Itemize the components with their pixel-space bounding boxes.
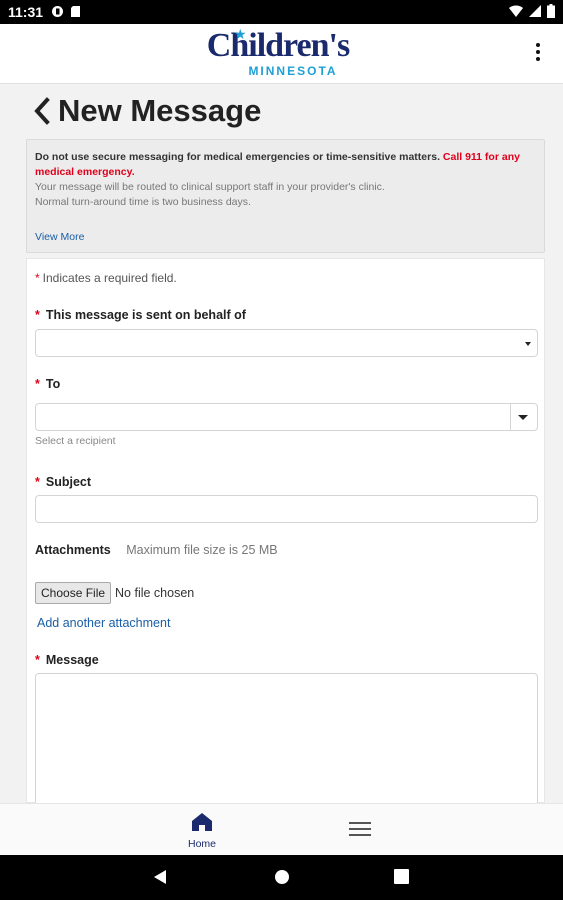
required-star: * bbox=[35, 308, 40, 322]
message-textarea[interactable] bbox=[35, 673, 538, 813]
required-star: * bbox=[35, 377, 40, 391]
battery-icon bbox=[547, 4, 555, 18]
status-bar: 11:31 bbox=[0, 0, 563, 24]
app-notification-icon bbox=[52, 6, 63, 17]
nav-home-label: Home bbox=[187, 838, 216, 850]
nav-home[interactable]: Home bbox=[180, 812, 224, 852]
behalf-select[interactable] bbox=[35, 329, 538, 357]
sd-card-icon bbox=[71, 6, 80, 17]
required-star: * bbox=[35, 475, 40, 489]
new-message-form: * Indicates a required field. * This messa… bbox=[26, 258, 545, 813]
notice-routing: Your message will be routed to clinical … bbox=[35, 181, 385, 193]
page-title: New Message bbox=[58, 93, 262, 128]
system-back-icon[interactable] bbox=[152, 869, 168, 885]
system-home-icon[interactable] bbox=[274, 869, 290, 885]
to-label: * To bbox=[35, 377, 60, 391]
hamburger-menu-icon[interactable] bbox=[349, 822, 371, 838]
logo-main-text: Children's bbox=[206, 27, 350, 64]
signal-icon bbox=[529, 5, 541, 17]
emergency-notice: Do not use secure messaging for medical … bbox=[26, 139, 545, 253]
app-header: ★ Children's MINNESOTA bbox=[0, 24, 563, 84]
select-divider bbox=[510, 404, 511, 430]
recipient-select[interactable] bbox=[35, 403, 538, 431]
logo-sub-text: MINNESOTA bbox=[248, 64, 338, 78]
message-label: * Message bbox=[35, 653, 99, 667]
logo-star-icon: ★ bbox=[234, 26, 247, 42]
system-nav-bar bbox=[0, 855, 563, 900]
notice-warning: Do not use secure messaging for medical … bbox=[35, 151, 440, 163]
required-star: * bbox=[35, 653, 40, 667]
notice-turnaround: Normal turn-around time is two business … bbox=[35, 196, 251, 208]
choose-file-button[interactable]: Choose File bbox=[35, 582, 112, 604]
no-file-status: No file chosen bbox=[115, 586, 195, 600]
attachments-label: Attachments bbox=[35, 543, 111, 557]
back-navigation[interactable]: New Message bbox=[32, 90, 261, 132]
childrens-minnesota-logo[interactable]: ★ Children's MINNESOTA bbox=[188, 26, 368, 82]
status-icons bbox=[509, 4, 555, 18]
caret-down-icon[interactable] bbox=[518, 415, 528, 420]
subject-input[interactable] bbox=[35, 495, 538, 523]
caret-down-icon bbox=[525, 342, 531, 346]
recipient-hint: Select a recipient bbox=[35, 435, 116, 447]
overflow-menu-icon[interactable] bbox=[535, 41, 541, 63]
chevron-left-icon[interactable] bbox=[32, 97, 52, 125]
subject-label: * Subject bbox=[35, 475, 91, 489]
file-picker: Choose File No file chosen bbox=[35, 582, 194, 604]
add-attachment-link[interactable]: Add another attachment bbox=[37, 616, 170, 630]
status-time: 11:31 bbox=[8, 4, 44, 20]
view-more-link[interactable]: View More bbox=[35, 230, 84, 245]
bottom-nav: Home bbox=[0, 803, 563, 855]
required-note-text: Indicates a required field. bbox=[42, 271, 177, 285]
subject-label-text: Subject bbox=[45, 475, 92, 489]
required-star: * bbox=[35, 271, 40, 285]
required-note: * Indicates a required field. bbox=[35, 271, 177, 285]
wifi-icon bbox=[509, 5, 523, 17]
home-icon bbox=[192, 813, 212, 831]
behalf-label: * This message is sent on behalf of bbox=[35, 308, 246, 322]
attachments-max-size: Maximum file size is 25 MB bbox=[126, 543, 278, 557]
system-recents-icon[interactable] bbox=[394, 869, 409, 884]
attachments-row: Attachments Maximum file size is 25 MB bbox=[35, 543, 278, 557]
behalf-label-text: This message is sent on behalf of bbox=[45, 308, 246, 322]
to-label-text: To bbox=[45, 377, 61, 391]
message-label-text: Message bbox=[45, 653, 99, 667]
